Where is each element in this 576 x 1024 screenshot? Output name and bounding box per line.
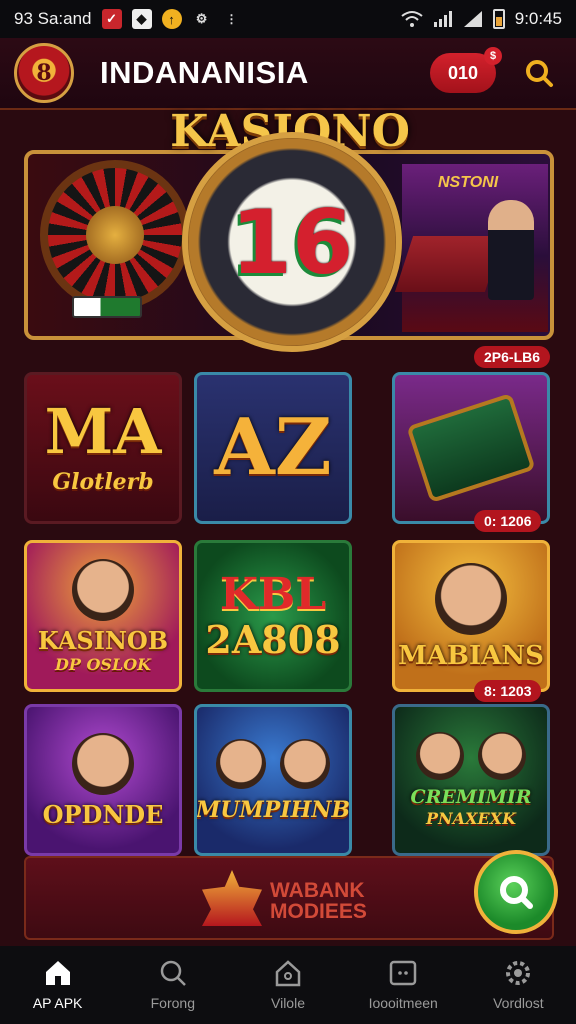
character-group-image xyxy=(416,732,526,780)
app-logo[interactable]: 8 xyxy=(14,43,74,103)
nav-label: Forong xyxy=(150,995,195,1011)
battery-icon xyxy=(492,9,505,29)
search-icon xyxy=(160,960,186,986)
balance-badge: $ xyxy=(484,47,502,65)
wheel-number: 16 xyxy=(230,190,354,294)
character-image xyxy=(416,732,464,780)
notification-up-icon: ↑ xyxy=(161,9,182,29)
app-header: 8 INDANANISIA 010 $ xyxy=(0,38,576,110)
game-tile[interactable]: KASINOB DP OSLOK xyxy=(24,540,182,692)
settings-icon xyxy=(506,961,531,985)
dealer-image xyxy=(488,200,534,300)
signal-icon xyxy=(433,11,452,27)
nav-item-search[interactable]: Forong xyxy=(115,946,230,1024)
game-tile[interactable]: OPDNDE xyxy=(24,704,182,856)
notification-gear-icon: ⚙ xyxy=(195,11,208,26)
character-image xyxy=(72,558,134,621)
nav-label: Vilole xyxy=(271,995,305,1011)
home-icon xyxy=(45,961,70,985)
character-group-image xyxy=(216,739,330,789)
character-image xyxy=(478,732,526,780)
notification-chat-icon: ◆ xyxy=(131,9,152,29)
game-tile[interactable] xyxy=(392,372,550,524)
game-tile[interactable]: KBL 2A808 xyxy=(194,540,352,692)
logo-glyph: 8 xyxy=(36,60,52,86)
promo-title-line-2: MODIEES xyxy=(270,900,367,924)
tile-title: MABIANS xyxy=(398,641,544,671)
character-image xyxy=(72,733,134,795)
status-time: 9:0:45 xyxy=(514,9,562,28)
status-bar: 93 Sa:and ✓ ◆ ↑ ⚙ ⋮ 9:0:45 xyxy=(0,0,576,38)
search-icon xyxy=(526,60,553,87)
tile-title: MUMPIHNB xyxy=(195,797,351,823)
chat-icon xyxy=(389,960,417,986)
promo-emblem-image xyxy=(202,870,262,926)
signal-2-icon xyxy=(463,11,482,27)
game-tile[interactable]: CREMIMIR PNAXEXK xyxy=(392,704,550,856)
search-icon xyxy=(500,876,533,909)
roulette-wheel-image xyxy=(40,160,190,310)
tile-subtitle: Glotlerb xyxy=(52,469,154,495)
character-image xyxy=(216,739,266,789)
game-tile[interactable]: MABIANS xyxy=(392,540,550,692)
game-tile[interactable]: AZ xyxy=(194,372,352,524)
bottom-nav: AP APK Forong Vilole Ioooitmeen Vordlost xyxy=(0,946,576,1024)
nav-item-house[interactable]: Vilole xyxy=(230,946,345,1024)
floating-search-button[interactable] xyxy=(474,850,558,934)
game-tile[interactable]: MUMPIHNB xyxy=(194,704,352,856)
tile-subtitle: DP OSLOK xyxy=(54,654,152,674)
notification-dots-icon: ⋮ xyxy=(225,12,238,26)
tile-title: MA xyxy=(44,395,162,468)
nav-label: Vordlost xyxy=(493,995,544,1011)
stage-label: NSTONI xyxy=(438,174,499,191)
tile-badge: 8: 1203 xyxy=(474,680,542,702)
wifi-icon xyxy=(401,11,423,27)
app-title: INDANANISIA xyxy=(100,55,309,90)
nav-item-chat[interactable]: Ioooitmeen xyxy=(346,946,461,1024)
tile-title: KASINOB xyxy=(37,625,169,655)
tile-title: KBL xyxy=(219,569,327,620)
notification-red-icon: ✓ xyxy=(101,9,122,29)
slot-machine-image xyxy=(406,392,536,504)
promo-title-line-1: WABANK xyxy=(270,879,365,902)
balance-value: 010 xyxy=(447,62,479,83)
balance-pill[interactable]: 010 $ xyxy=(430,47,502,93)
tile-subtitle: PNAXEXK xyxy=(426,809,516,828)
tile-subtitle: 2A808 xyxy=(205,617,341,662)
tile-badge: 0: 1206 xyxy=(474,510,542,532)
nav-item-settings[interactable]: Vordlost xyxy=(461,946,576,1024)
banner-badge: 2P6-LB6 xyxy=(474,346,551,368)
character-image xyxy=(435,563,507,635)
status-text: 93 Sa:and xyxy=(14,9,92,28)
character-image xyxy=(280,739,330,789)
tile-title: CREMIMIR xyxy=(410,786,532,808)
chip-strip-image xyxy=(72,296,142,318)
game-tile[interactable]: MA Glotlerb xyxy=(24,372,182,524)
nav-label: Ioooitmeen xyxy=(368,995,438,1011)
tile-title: AZ xyxy=(214,402,332,493)
casino-table-image xyxy=(394,236,504,292)
tile-title: OPDNDE xyxy=(42,800,164,829)
promo-title: WABANK MODIEES xyxy=(270,880,367,923)
header-search-button[interactable] xyxy=(522,56,556,90)
nav-label: AP APK xyxy=(32,995,83,1011)
house-icon xyxy=(275,960,301,987)
nav-item-home[interactable]: AP APK xyxy=(0,946,115,1024)
number-wheel: 16 xyxy=(182,132,402,352)
